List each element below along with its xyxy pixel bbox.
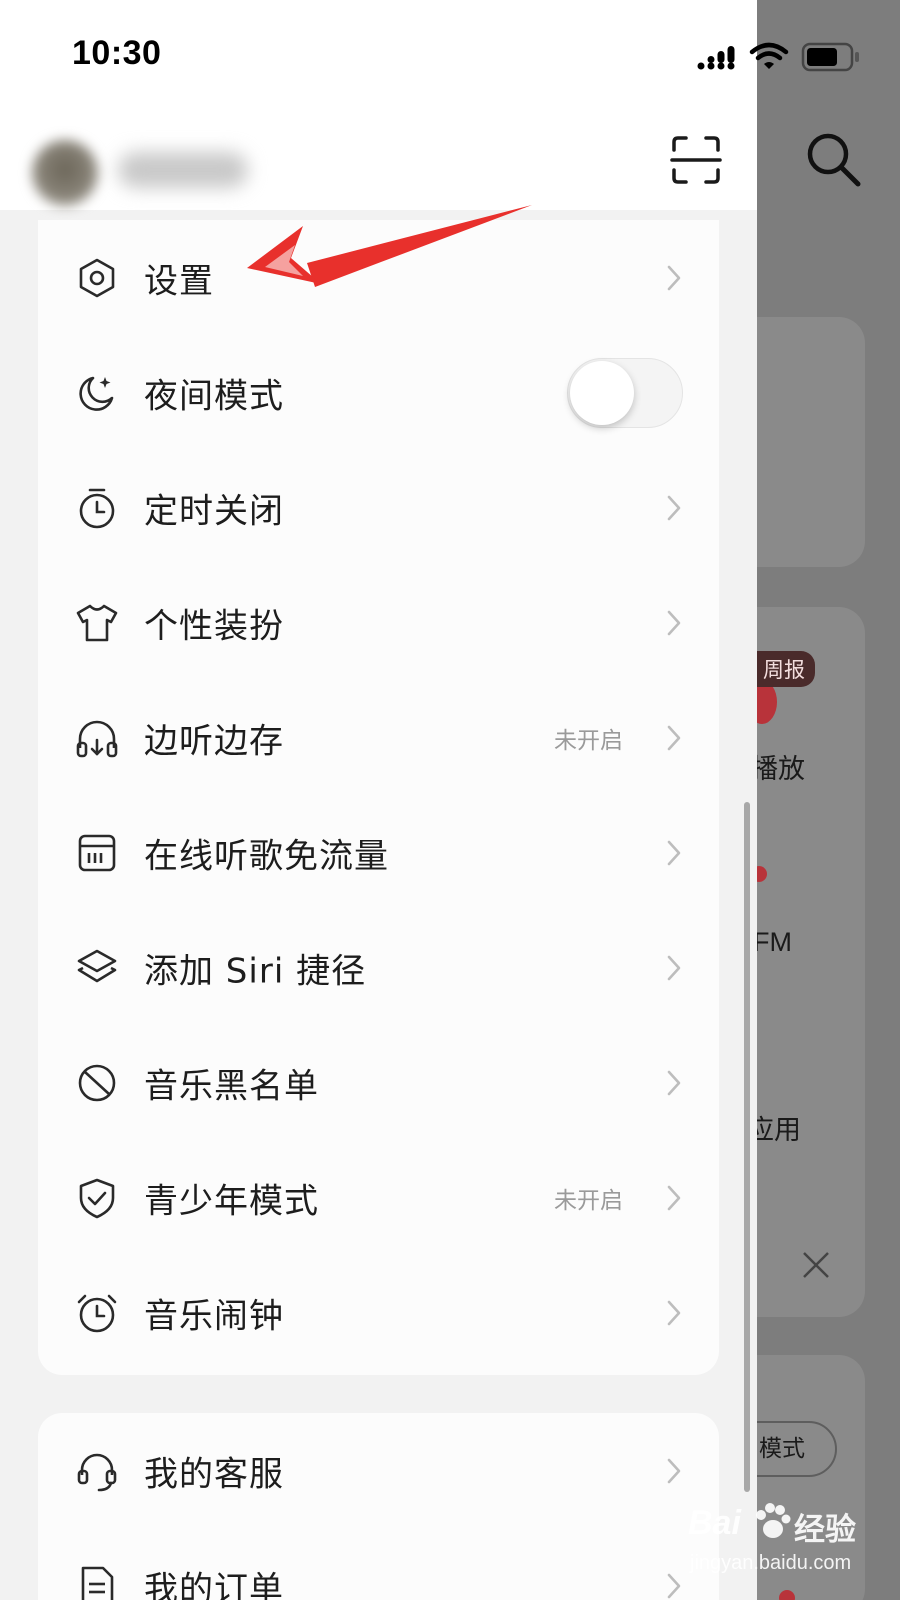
menu-card: 设置 夜间模式 定时关闭 个性装扮 边听边存 未开启 在线听歌免流量 添加 Si… bbox=[38, 220, 719, 1375]
customer-service-icon bbox=[77, 1453, 117, 1491]
status-bar: 10:30 bbox=[0, 0, 757, 110]
menu-item-customer-service[interactable]: 我的客服 bbox=[38, 1413, 719, 1528]
background-text: FM bbox=[757, 927, 792, 957]
cellular-signal-icon bbox=[697, 46, 735, 70]
background-badge: 周报 bbox=[757, 651, 815, 687]
watermark: Bai 经验 jingyan.baidu.com bbox=[688, 1502, 860, 1592]
menu-item-status: 未开启 bbox=[554, 727, 623, 754]
background-app-overlay[interactable]: 周报 播放 FM 应用 模式 bbox=[757, 0, 900, 1600]
layers-icon bbox=[77, 949, 117, 982]
scan-icon[interactable] bbox=[670, 134, 722, 186]
menu-item-status: 未开启 bbox=[554, 1187, 623, 1214]
menu-item-label: 边听边存 bbox=[144, 721, 284, 761]
tshirt-icon bbox=[76, 604, 118, 641]
menu-item-siri-shortcut[interactable]: 添加 Siri 捷径 bbox=[38, 910, 719, 1025]
menu-item-theme[interactable]: 个性装扮 bbox=[38, 565, 719, 680]
paw-icon bbox=[756, 1503, 791, 1538]
background-text: 应用 bbox=[757, 1115, 801, 1146]
menu-item-cache-while-listening[interactable]: 边听边存 未开启 bbox=[38, 680, 719, 795]
close-icon[interactable] bbox=[799, 1248, 833, 1282]
settings-icon bbox=[79, 258, 115, 297]
chevron-right-icon bbox=[667, 840, 681, 865]
toggle-knob bbox=[570, 360, 634, 425]
order-icon bbox=[81, 1566, 114, 1600]
watermark-brand-cn: 经验 bbox=[794, 1512, 856, 1547]
chevron-right-icon bbox=[667, 725, 681, 750]
drawer-header bbox=[0, 110, 757, 210]
timer-icon bbox=[79, 488, 115, 528]
status-time: 10:30 bbox=[72, 34, 162, 72]
headphones-download-icon bbox=[76, 720, 118, 757]
scrollbar[interactable] bbox=[744, 802, 750, 1492]
menu-item-label: 夜间模式 bbox=[144, 376, 284, 416]
menu-item-free-data[interactable]: 在线听歌免流量 bbox=[38, 795, 719, 910]
menu-item-night-mode: 夜间模式 bbox=[38, 335, 719, 450]
menu-item-label: 我的订单 bbox=[144, 1569, 284, 1600]
menu-item-alarm[interactable]: 音乐闹钟 bbox=[38, 1255, 719, 1370]
menu-item-teen-mode[interactable]: 青少年模式 未开启 bbox=[38, 1140, 719, 1255]
moon-icon bbox=[79, 376, 114, 411]
chevron-right-icon bbox=[667, 265, 681, 290]
menu-item-label: 音乐闹钟 bbox=[144, 1296, 284, 1336]
chevron-right-icon bbox=[667, 1458, 681, 1483]
background-text: 播放 bbox=[757, 754, 805, 785]
chevron-right-icon bbox=[667, 1300, 681, 1325]
menu-item-label: 设置 bbox=[144, 261, 214, 301]
wifi-icon bbox=[749, 42, 789, 69]
chevron-right-icon bbox=[667, 610, 681, 635]
avatar[interactable] bbox=[32, 140, 98, 206]
chevron-right-icon bbox=[667, 1070, 681, 1095]
menu-item-label: 个性装扮 bbox=[144, 606, 284, 646]
block-icon bbox=[78, 1064, 116, 1101]
shield-check-icon bbox=[79, 1178, 115, 1218]
background-card bbox=[757, 317, 865, 567]
menu-item-sleep-timer[interactable]: 定时关闭 bbox=[38, 450, 719, 565]
night-mode-toggle[interactable] bbox=[567, 357, 683, 428]
username[interactable] bbox=[118, 152, 248, 188]
watermark-brand: Bai bbox=[688, 1504, 741, 1542]
menu-item-label: 定时关闭 bbox=[144, 491, 284, 531]
background-mode-pill[interactable]: 模式 bbox=[757, 1421, 837, 1477]
annotation-arrow-icon bbox=[247, 205, 532, 287]
chevron-right-icon bbox=[667, 495, 681, 520]
search-icon[interactable] bbox=[804, 130, 864, 190]
menu-item-orders[interactable]: 我的订单 bbox=[38, 1528, 719, 1600]
background-text: 模式 bbox=[759, 1436, 805, 1462]
chevron-right-icon bbox=[667, 1573, 681, 1598]
alarm-clock-icon bbox=[77, 1294, 117, 1332]
menu-item-label: 青少年模式 bbox=[144, 1181, 319, 1221]
menu-item-label: 我的客服 bbox=[144, 1454, 284, 1494]
chevron-right-icon bbox=[667, 1185, 681, 1210]
menu-card-secondary: 我的客服 我的订单 bbox=[38, 1413, 719, 1600]
watermark-url: jingyan.baidu.com bbox=[690, 1552, 852, 1574]
chevron-right-icon bbox=[667, 955, 681, 980]
sim-card-icon bbox=[78, 834, 116, 871]
menu-item-label: 添加 Siri 捷径 bbox=[144, 951, 367, 991]
menu-item-label: 音乐黑名单 bbox=[144, 1066, 319, 1106]
menu-item-label: 在线听歌免流量 bbox=[144, 836, 389, 876]
menu-item-blacklist[interactable]: 音乐黑名单 bbox=[38, 1025, 719, 1140]
battery-icon bbox=[801, 42, 859, 72]
